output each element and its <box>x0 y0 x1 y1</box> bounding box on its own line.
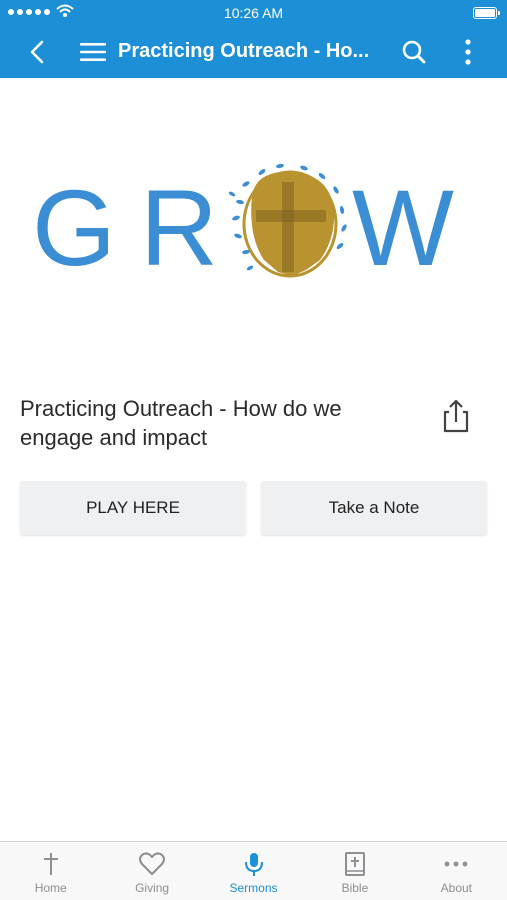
sermon-artwork: G R W <box>0 78 507 378</box>
logo-letter-w: W <box>352 167 454 288</box>
status-time: 10:26 AM <box>223 5 284 21</box>
tab-label: Giving <box>135 881 170 895</box>
more-vertical-icon[interactable] <box>456 38 480 66</box>
heart-icon <box>139 852 166 875</box>
more-horizontal-icon <box>444 861 468 867</box>
tab-about[interactable]: About <box>406 842 507 900</box>
sermon-title: Practicing Outreach - How do we engage a… <box>20 396 342 450</box>
play-here-button[interactable]: PLAY HERE <box>20 481 246 535</box>
tab-label: Sermons <box>229 881 278 895</box>
page-title: Practicing Outreach - Ho... <box>118 40 370 62</box>
logo-letter-r: R <box>140 167 218 288</box>
bible-icon <box>344 852 365 876</box>
tab-label: About <box>440 881 472 895</box>
status-bar: 10:26 AM <box>0 0 507 26</box>
microphone-icon <box>244 853 263 876</box>
tab-giving[interactable]: Giving <box>101 842 202 900</box>
cross-wreath-icon <box>228 163 347 278</box>
chevron-left-icon[interactable] <box>22 36 54 68</box>
tab-label: Home <box>34 881 67 895</box>
share-icon[interactable] <box>440 398 472 434</box>
search-icon[interactable] <box>400 38 428 66</box>
tab-label: Bible <box>341 881 369 895</box>
cross-icon <box>43 853 58 875</box>
tab-home[interactable]: Home <box>0 842 101 900</box>
hamburger-icon[interactable] <box>78 38 108 66</box>
tab-sermons[interactable]: Sermons <box>203 842 304 900</box>
logo-letter-g: G <box>32 167 116 288</box>
top-navigation-bar: Practicing Outreach - Ho... <box>0 26 507 78</box>
tab-bible[interactable]: Bible <box>304 842 405 900</box>
tab-bar: Home Giving Sermons Bible About <box>0 841 507 900</box>
take-a-note-button[interactable]: Take a Note <box>261 481 487 535</box>
battery-icon <box>473 7 500 19</box>
grow-logo: G R W <box>32 163 454 288</box>
